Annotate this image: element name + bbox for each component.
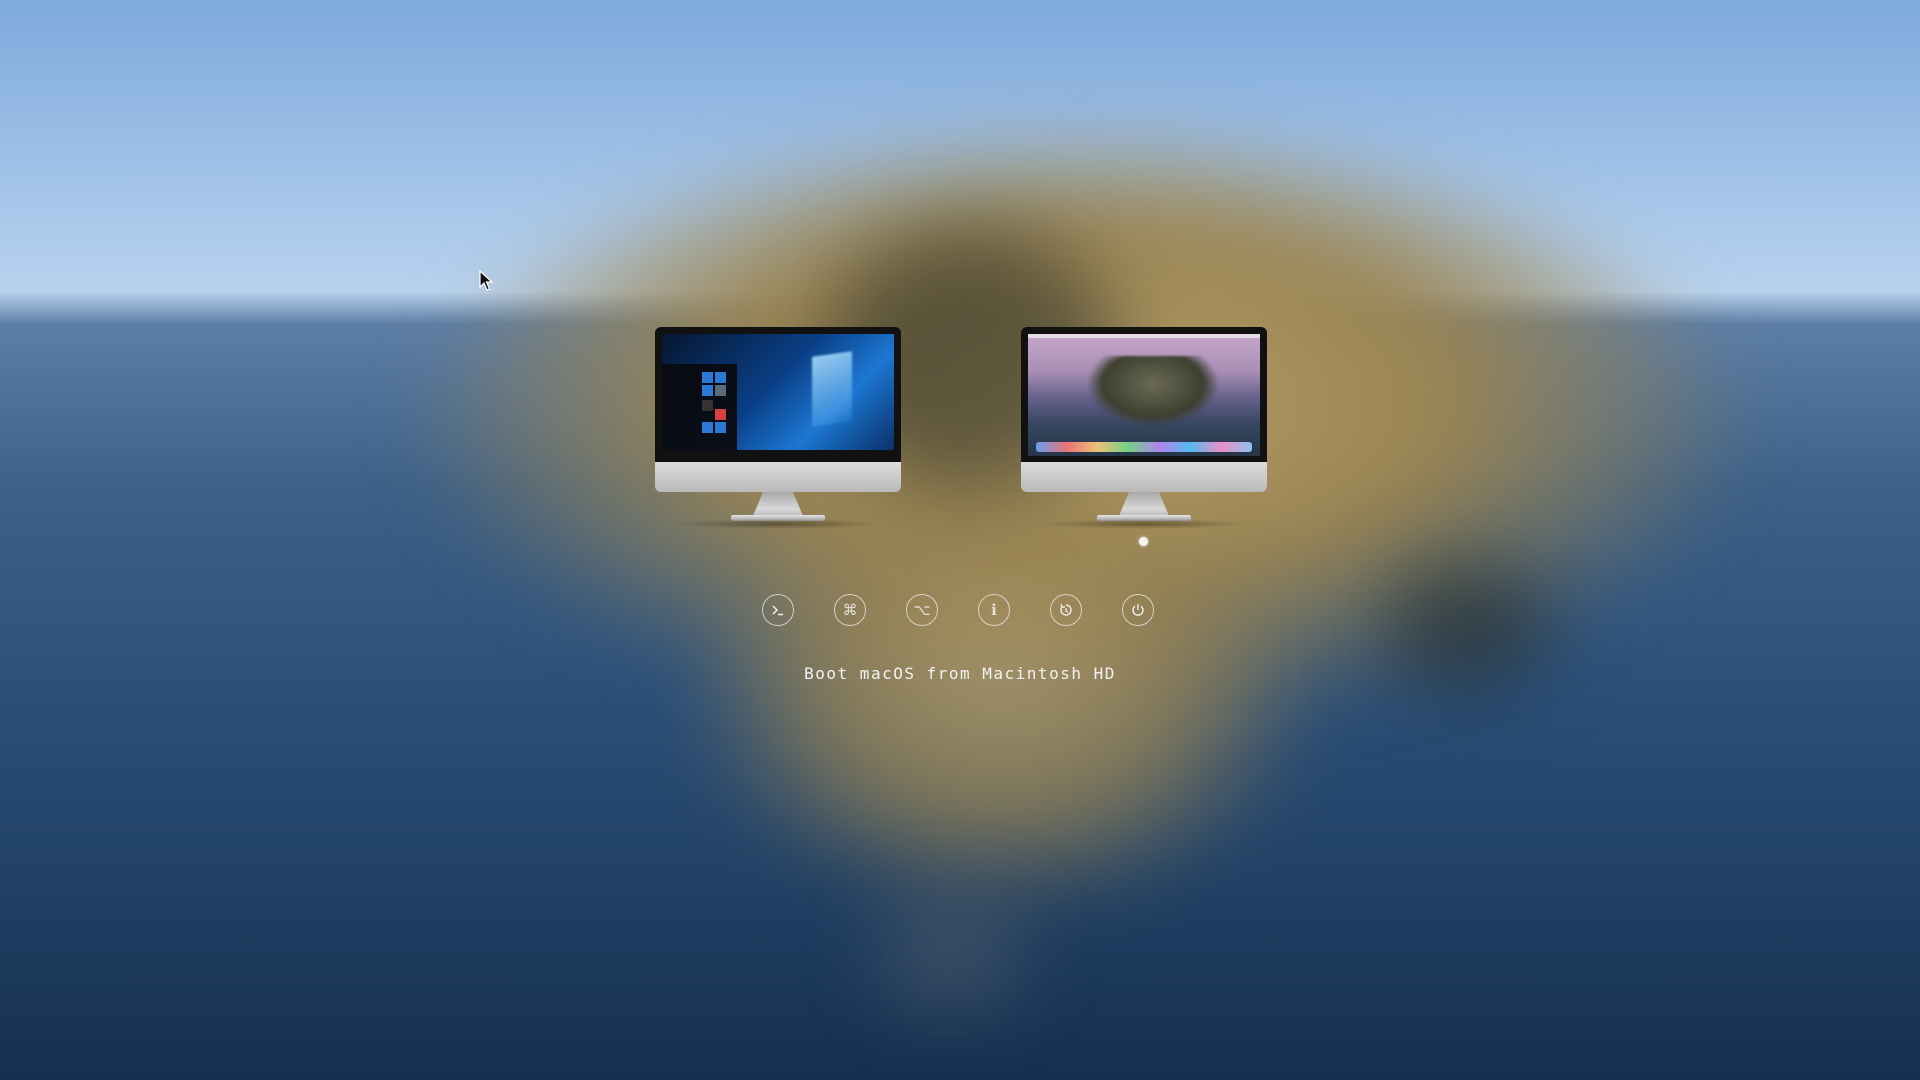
power-icon	[1132, 604, 1144, 616]
selected-entry-indicator	[1139, 537, 1148, 546]
imac-icon	[1019, 327, 1269, 529]
wallpaper-background	[0, 0, 1920, 1080]
imac-icon	[653, 327, 903, 529]
restart-button[interactable]	[1050, 594, 1082, 626]
command-icon: ⌘	[842, 601, 858, 619]
info-icon: i	[991, 601, 997, 619]
command-button[interactable]: ⌘	[834, 594, 866, 626]
boot-status-label: Boot macOS from Macintosh HD	[804, 664, 1116, 683]
option-icon: ⌥	[913, 601, 931, 619]
boot-entry-windows[interactable]	[653, 327, 903, 529]
terminal-icon	[772, 605, 783, 616]
windows-desktop-thumbnail	[662, 334, 894, 456]
mouse-cursor-icon	[479, 270, 493, 291]
option-button[interactable]: ⌥	[906, 594, 938, 626]
restart-icon	[1060, 603, 1072, 616]
boot-entry-macos[interactable]	[1019, 327, 1269, 529]
macos-desktop-thumbnail	[1028, 334, 1260, 456]
info-button[interactable]: i	[978, 594, 1010, 626]
shutdown-button[interactable]	[1122, 594, 1154, 626]
terminal-button[interactable]	[762, 594, 794, 626]
